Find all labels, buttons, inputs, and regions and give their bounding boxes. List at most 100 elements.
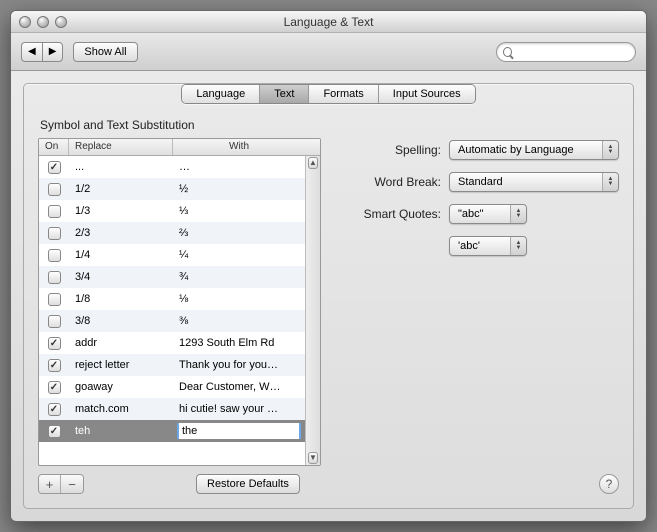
section-title: Symbol and Text Substitution [40,118,619,132]
remove-button[interactable]: − [61,475,83,493]
replace-cell[interactable]: addr [69,337,173,349]
titlebar[interactable]: Language & Text [11,11,646,33]
table-row[interactable]: 3/8⅜ [39,310,305,332]
zoom-icon[interactable] [55,16,67,28]
spelling-popup[interactable]: Automatic by Language ▲▼ [449,140,619,160]
smartquotes-double-popup[interactable]: "abc" ▲▼ [449,204,527,224]
with-cell[interactable]: ¾ [173,271,305,283]
replace-cell[interactable]: 3/8 [69,315,173,327]
with-cell[interactable]: ¼ [173,249,305,261]
wordbreak-popup[interactable]: Standard ▲▼ [449,172,619,192]
toolbar: ◀ ▶ Show All [11,33,646,71]
table-row[interactable]: 1/4¼ [39,244,305,266]
scroll-down-icon[interactable]: ▼ [308,452,318,464]
with-cell[interactable]: ⅔ [173,227,305,239]
row-checkbox[interactable] [48,227,61,240]
replace-cell[interactable]: ... [69,161,173,173]
table-row[interactable]: reject letterThank you for you… [39,354,305,376]
replace-cell[interactable]: teh [69,425,173,437]
with-cell[interactable] [173,423,305,439]
row-checkbox[interactable] [48,161,61,174]
table-row[interactable]: 2/3⅔ [39,222,305,244]
col-on[interactable]: On [39,139,69,155]
restore-defaults-button[interactable]: Restore Defaults [196,474,300,494]
tab-language[interactable]: Language [182,85,260,103]
chevron-right-icon: ▶ [49,46,57,57]
replace-cell[interactable]: 3/4 [69,271,173,283]
smartquotes-single-popup[interactable]: 'abc' ▲▼ [449,236,527,256]
replace-cell[interactable]: goaway [69,381,173,393]
stepper-icon: ▲▼ [602,141,618,159]
nav-group: ◀ ▶ [21,42,63,62]
with-cell[interactable]: ⅜ [173,315,305,327]
table-row[interactable]: ...… [39,156,305,178]
stepper-icon: ▲▼ [602,173,618,191]
close-icon[interactable] [19,16,31,28]
col-with[interactable]: With [173,139,305,155]
replace-cell[interactable]: 1/3 [69,205,173,217]
replace-cell[interactable]: 1/4 [69,249,173,261]
tabbar: Language Text Formats Input Sources [38,84,619,104]
smartquotes-single-value: 'abc' [458,240,480,252]
add-button[interactable]: + [39,475,61,493]
with-cell[interactable]: Thank you for you… [173,359,305,371]
row-checkbox[interactable] [48,183,61,196]
replace-cell[interactable]: 1/2 [69,183,173,195]
row-checkbox[interactable] [48,359,61,372]
tab-formats[interactable]: Formats [309,85,378,103]
table-row[interactable]: goawayDear Customer, W… [39,376,305,398]
scroll-corner [305,139,320,155]
tab-input-sources[interactable]: Input Sources [379,85,475,103]
table-row[interactable]: 3/4¾ [39,266,305,288]
with-cell[interactable]: hi cutie! saw your … [173,403,305,415]
row-checkbox[interactable] [48,315,61,328]
wordbreak-value: Standard [458,176,503,188]
wordbreak-label: Word Break: [351,175,449,189]
spelling-value: Automatic by Language [458,144,574,156]
row-checkbox[interactable] [48,205,61,218]
search-field[interactable] [496,42,636,62]
row-checkbox[interactable] [48,337,61,350]
vertical-scrollbar[interactable]: ▲ ▼ [305,156,320,465]
with-cell[interactable]: Dear Customer, W… [173,381,305,393]
table-row[interactable]: 1/3⅓ [39,200,305,222]
with-cell[interactable]: … [173,161,305,173]
row-checkbox[interactable] [48,425,61,438]
spelling-label: Spelling: [351,143,449,157]
table-row[interactable]: 1/8⅛ [39,288,305,310]
with-edit-input[interactable] [179,423,299,439]
replace-cell[interactable]: match.com [69,403,173,415]
smartquotes-double-value: "abc" [458,208,484,220]
row-checkbox[interactable] [48,249,61,262]
col-replace[interactable]: Replace [69,139,173,155]
minimize-icon[interactable] [37,16,49,28]
traffic-lights [11,16,67,28]
with-cell[interactable]: ⅓ [173,205,305,217]
row-checkbox[interactable] [48,381,61,394]
table-row[interactable]: addr1293 South Elm Rd [39,332,305,354]
scroll-up-icon[interactable]: ▲ [308,157,318,169]
replace-cell[interactable]: 2/3 [69,227,173,239]
back-button[interactable]: ◀ [21,42,42,62]
table-row[interactable]: 1/2½ [39,178,305,200]
table-row[interactable]: match.comhi cutie! saw your … [39,398,305,420]
bottom-row: + − Restore Defaults ? [38,474,619,494]
search-input[interactable] [516,45,629,59]
replace-cell[interactable]: reject letter [69,359,173,371]
with-cell[interactable]: 1293 South Elm Rd [173,337,305,349]
row-checkbox[interactable] [48,271,61,284]
row-checkbox[interactable] [48,293,61,306]
tab-text[interactable]: Text [260,85,309,103]
forward-button[interactable]: ▶ [42,42,64,62]
table-row[interactable]: teh [39,420,305,442]
with-cell[interactable]: ⅛ [173,293,305,305]
stepper-icon: ▲▼ [510,237,526,255]
row-checkbox[interactable] [48,403,61,416]
smartquotes-label: Smart Quotes: [351,207,449,221]
content-panel: Language Text Formats Input Sources Symb… [23,83,634,509]
help-button[interactable]: ? [599,474,619,494]
with-cell[interactable]: ½ [173,183,305,195]
replace-cell[interactable]: 1/8 [69,293,173,305]
substitution-table: On Replace With ...…1/2½1/3⅓2/3⅔1/4¼3/4¾… [38,138,321,466]
show-all-button[interactable]: Show All [73,42,137,62]
